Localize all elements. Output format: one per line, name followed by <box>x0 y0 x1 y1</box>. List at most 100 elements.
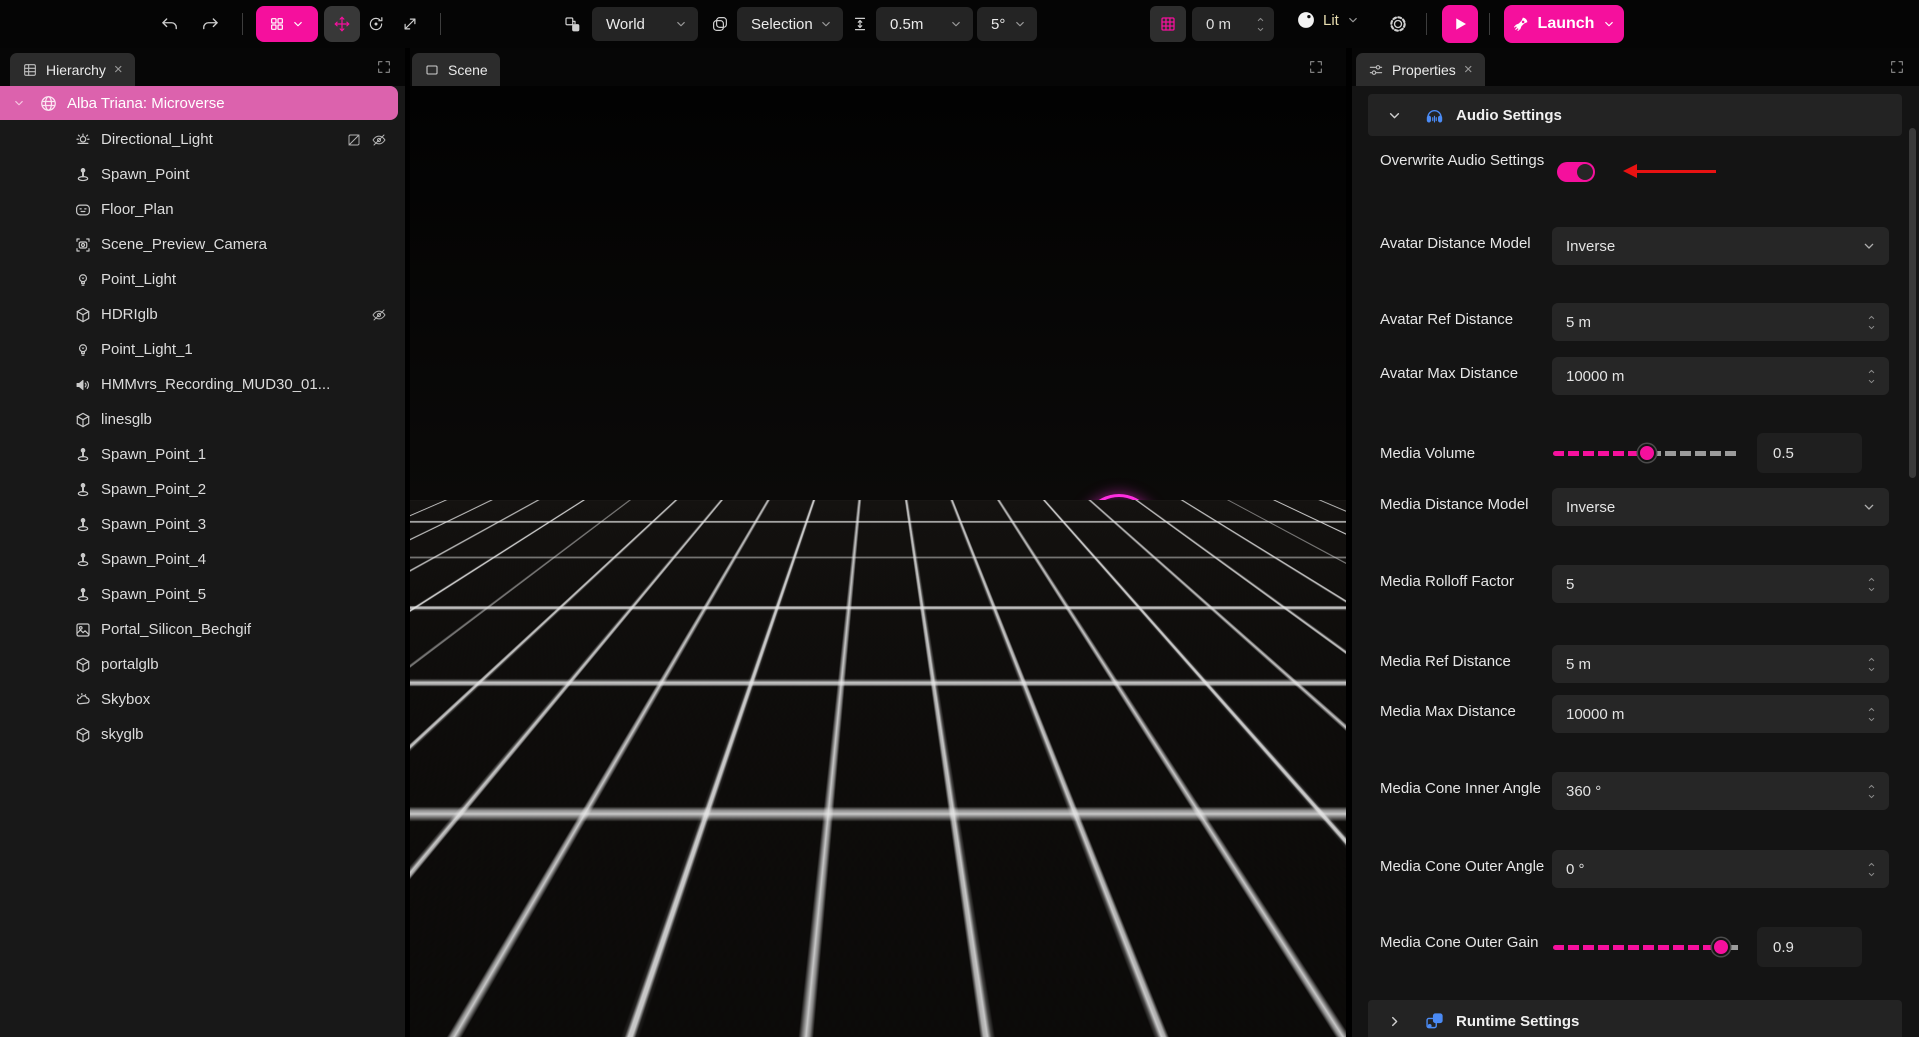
portal-detail <box>1095 533 1103 555</box>
media-volume-slider[interactable] <box>1553 444 1740 462</box>
tree-row-hdriglb[interactable]: HDRIglb <box>0 297 405 332</box>
media-max-distance-input[interactable]: 10000 m <box>1552 695 1889 733</box>
gizmo-y-axis[interactable]: Y <box>1248 911 1269 932</box>
redo-button[interactable] <box>196 10 224 38</box>
tab-hierarchy[interactable]: Hierarchy × <box>10 53 135 86</box>
media-cone-outer-gain-slider[interactable] <box>1553 938 1740 956</box>
height-stepper[interactable] <box>1255 15 1266 34</box>
media-ref-distance-input[interactable]: 5 m <box>1552 645 1889 683</box>
runtime-settings-section-header[interactable]: Runtime Settings <box>1368 1000 1902 1037</box>
slider-knob[interactable] <box>1712 938 1730 956</box>
media-rolloff-factor-input[interactable]: 5 <box>1552 565 1889 603</box>
tree-row-skybox[interactable]: Skybox <box>0 682 405 717</box>
value-stepper[interactable] <box>1866 655 1877 674</box>
tree-row-spawn-point-1[interactable]: Spawn_Point_1 <box>0 437 405 472</box>
scene-canvas[interactable]: Y X Z F Focus Q E Rotate G <box>410 86 1346 1037</box>
tree-row-spawn-point-4[interactable]: Spawn_Point_4 <box>0 542 405 577</box>
row-media-cone-outer-gain: Media Cone Outer Gain 0.9 <box>1352 927 1919 1007</box>
tree-row-point-light[interactable]: Point_Light <box>0 262 405 297</box>
snap-height-tool-button[interactable] <box>846 10 874 38</box>
undo-button[interactable] <box>156 10 184 38</box>
snap-move-dropdown[interactable]: 0.5m <box>876 7 973 41</box>
tree-row-linesglb[interactable]: linesglb <box>0 402 405 437</box>
avatar-distance-model-dropdown[interactable]: Inverse <box>1552 227 1889 265</box>
close-icon[interactable]: × <box>1464 62 1473 77</box>
move-tool-button[interactable] <box>324 6 360 42</box>
expand-panel-icon[interactable] <box>1308 59 1324 75</box>
play-button[interactable] <box>1442 5 1478 43</box>
launch-button[interactable]: Launch <box>1504 5 1624 43</box>
layout-mode-button[interactable] <box>256 6 318 42</box>
eye-off-icon[interactable] <box>371 132 387 148</box>
gizmo-neg-z-axis[interactable] <box>1273 957 1294 978</box>
media-volume-value[interactable]: 0.5 <box>1757 433 1862 473</box>
chevron-down-icon <box>1386 107 1403 124</box>
tree-root-row[interactable]: Alba Triana: Microverse <box>0 86 398 120</box>
eye-off-icon[interactable] <box>371 307 387 323</box>
spawn-point-icon <box>74 586 92 604</box>
grid-snap-toggle-button[interactable] <box>1150 6 1186 42</box>
media-cone-outer-gain-value[interactable]: 0.9 <box>1757 927 1862 967</box>
world-space-dropdown[interactable]: World <box>592 7 698 41</box>
rotate-tool-button[interactable] <box>362 10 390 38</box>
viewport-settings-button[interactable] <box>1384 10 1412 38</box>
value-stepper[interactable] <box>1866 705 1877 724</box>
scale-tool-button[interactable] <box>396 10 424 38</box>
gizmo-neg-x-axis[interactable] <box>1221 956 1242 977</box>
tree-row-point-light-1[interactable]: Point_Light_1 <box>0 332 405 367</box>
tab-properties[interactable]: Properties × <box>1356 53 1485 86</box>
expand-panel-icon[interactable] <box>1889 59 1905 75</box>
hierarchy-tree: Alba Triana: Microverse Directional_Ligh… <box>0 86 405 1037</box>
avatar-ref-distance-input[interactable]: 5 m <box>1552 303 1889 341</box>
chevron-down-icon[interactable] <box>12 96 26 110</box>
portal-object[interactable] <box>1075 494 1163 600</box>
overwrite-audio-toggle[interactable] <box>1557 162 1595 182</box>
value-stepper[interactable] <box>1866 367 1877 386</box>
pivot-mode-button[interactable] <box>706 10 734 38</box>
row-avatar-distance-model: Avatar Distance Model Inverse <box>1352 227 1919 307</box>
tree-row-skyglb[interactable]: skyglb <box>0 717 405 752</box>
tree-row-spawn-point-3[interactable]: Spawn_Point_3 <box>0 507 405 542</box>
tree-row-portalglb[interactable]: portalglb <box>0 647 405 682</box>
pivot-dropdown[interactable]: Selection <box>737 7 843 41</box>
transform-space-button[interactable] <box>558 10 586 38</box>
tree-row-floor-plan[interactable]: Floor_Plan <box>0 192 405 227</box>
red-ring-object[interactable] <box>758 496 928 746</box>
height-offset-input[interactable]: 0 m <box>1192 7 1274 41</box>
tab-scene[interactable]: Scene <box>412 53 500 86</box>
properties-scrollbar[interactable] <box>1909 128 1916 478</box>
row-media-rolloff-factor: Media Rolloff Factor 5 <box>1352 565 1919 645</box>
tree-row-spawn-point[interactable]: Spawn_Point <box>0 157 405 192</box>
chevron-down-icon <box>819 17 833 31</box>
value-stepper[interactable] <box>1866 575 1877 594</box>
expand-panel-icon[interactable] <box>376 59 392 75</box>
media-cone-outer-angle-input[interactable]: 0 ° <box>1552 850 1889 888</box>
chevron-up-icon <box>1866 367 1877 376</box>
shadow-off-icon[interactable] <box>346 132 362 148</box>
hierarchy-tab-label: Hierarchy <box>46 62 106 78</box>
tree-row-spawn-point-2[interactable]: Spawn_Point_2 <box>0 472 405 507</box>
chevron-up-icon <box>1866 655 1877 664</box>
avatar-figure[interactable] <box>940 529 966 647</box>
tree-row-scene-preview-camera[interactable]: Scene_Preview_Camera <box>0 227 405 262</box>
value-stepper[interactable] <box>1866 860 1877 879</box>
key-f: F <box>422 1002 443 1023</box>
hint-rotate: Q E Rotate <box>500 1002 598 1023</box>
tree-row-directional-light[interactable]: Directional_Light <box>0 122 405 157</box>
media-cone-inner-angle-input[interactable]: 360 ° <box>1552 772 1889 810</box>
avatar-max-distance-input[interactable]: 10000 m <box>1552 357 1889 395</box>
hierarchy-panel: Hierarchy × Alba Triana: Microverse Dire… <box>0 48 405 1037</box>
render-mode-dropdown[interactable]: Lit <box>1296 10 1360 30</box>
audio-settings-section-header[interactable]: Audio Settings <box>1368 94 1902 136</box>
tree-row-spawn-point-5[interactable]: Spawn_Point_5 <box>0 577 405 612</box>
close-icon[interactable]: × <box>114 62 123 77</box>
tree-row-audio-recording[interactable]: HMMvrs_Recording_MUD30_01... <box>0 367 405 402</box>
snap-rotate-dropdown[interactable]: 5° <box>977 7 1037 41</box>
slider-knob[interactable] <box>1638 444 1656 462</box>
toolbar-divider <box>242 13 243 35</box>
tree-row-portal-silicon[interactable]: Portal_Silicon_Bechgif <box>0 612 405 647</box>
media-distance-model-dropdown[interactable]: Inverse <box>1552 488 1889 526</box>
value-stepper[interactable] <box>1866 313 1877 332</box>
gizmo-neg-y-axis[interactable] <box>1249 990 1270 1011</box>
value-stepper[interactable] <box>1866 782 1877 801</box>
